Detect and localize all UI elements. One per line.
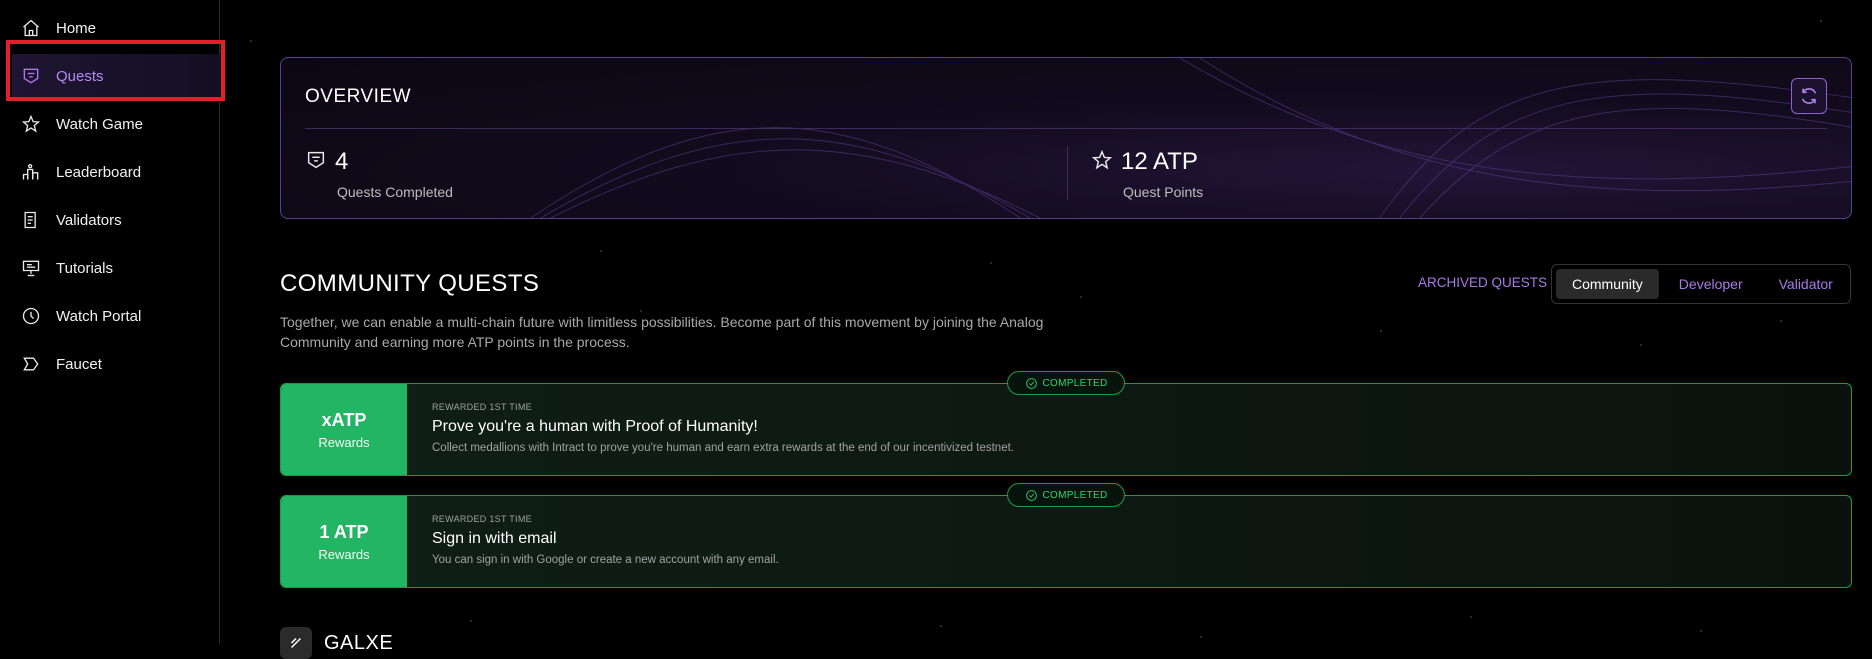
status-badge-label: COMPLETED (1042, 489, 1108, 501)
sidebar-item-home[interactable]: Home (12, 6, 222, 50)
quest-body: REWARDED 1ST TIME Sign in with email You… (432, 514, 779, 566)
sidebar-item-label: Leaderboard (56, 163, 142, 181)
galxe-logo-icon (280, 627, 312, 659)
podium-icon (20, 161, 42, 183)
presentation-icon (20, 257, 42, 279)
reward-label: Rewards (318, 434, 370, 450)
sidebar-item-leaderboard[interactable]: Leaderboard (12, 150, 222, 194)
sidebar-item-validators[interactable]: Validators (12, 198, 222, 242)
sidebar: Home Quests Watch Game Leaderboard Valid… (0, 0, 222, 644)
sidebar-item-label: Watch Game (56, 115, 143, 133)
section-description: Together, we can enable a multi-chain fu… (280, 314, 1044, 350)
quest-tag: REWARDED 1ST TIME (432, 514, 532, 524)
quest-points-label: Quest Points (1123, 184, 1204, 200)
quest-badge-icon (305, 149, 327, 176)
tab-developer[interactable]: Developer (1663, 269, 1759, 299)
section-title: COMMUNITY QUESTS (280, 270, 540, 297)
sidebar-item-watch-game[interactable]: Watch Game (12, 102, 222, 146)
main-content: OVERVIEW 4 Quests Completed 12 ATP Quest… (220, 0, 1872, 659)
quest-points-value: 12 ATP (1121, 148, 1198, 175)
sidebar-item-label: Watch Portal (56, 307, 142, 325)
sidebar-item-label: Quests (56, 67, 104, 85)
wave-decoration (530, 58, 1851, 218)
status-badge-label: COMPLETED (1042, 377, 1108, 389)
status-badge: COMPLETED (1007, 371, 1125, 395)
quest-title: Prove you're a human with Proof of Human… (432, 418, 758, 435)
overview-title: OVERVIEW (305, 86, 412, 107)
quest-badge-icon (20, 65, 42, 87)
stat-quest-points: 12 ATP Quest Points (1091, 148, 1203, 200)
archived-quests-link[interactable]: ARCHIVED QUESTS (1418, 275, 1547, 290)
quests-completed-label: Quests Completed (337, 184, 453, 200)
quest-reward: 1 ATP Rewards (281, 496, 407, 587)
sidebar-item-quests[interactable]: Quests (12, 54, 222, 98)
quest-card[interactable]: xATP Rewards REWARDED 1ST TIME Prove you… (280, 371, 1852, 476)
overview-panel: OVERVIEW 4 Quests Completed 12 ATP Quest… (280, 57, 1852, 219)
reward-label: Rewards (318, 546, 370, 562)
sidebar-item-faucet[interactable]: Faucet (12, 342, 222, 386)
quest-description: Collect medallions with Intract to prove… (432, 442, 1014, 454)
sidebar-item-tutorials[interactable]: Tutorials (12, 246, 222, 290)
quest-description: You can sign in with Google or create a … (432, 554, 779, 566)
quest-body: REWARDED 1ST TIME Prove you're a human w… (432, 402, 1014, 454)
check-circle-icon (1025, 377, 1037, 389)
sidebar-item-watch-portal[interactable]: Watch Portal (12, 294, 222, 338)
galxe-section-title: GALXE (324, 631, 394, 654)
sidebar-item-label: Tutorials (56, 259, 113, 277)
reward-value: xATP (321, 409, 367, 430)
quest-tag: REWARDED 1ST TIME (432, 402, 532, 412)
tab-community[interactable]: Community (1556, 269, 1659, 299)
star-icon (20, 113, 42, 135)
quests-completed-value: 4 (335, 148, 349, 175)
quest-category-tabs: Community Developer Validator (1551, 264, 1851, 304)
clock-icon (20, 305, 42, 327)
galxe-section-header: GALXE (280, 627, 393, 659)
sidebar-item-label: Home (56, 19, 97, 37)
sidebar-item-label: Faucet (56, 355, 102, 373)
tab-validator[interactable]: Validator (1763, 269, 1849, 299)
stat-separator (1067, 146, 1068, 200)
check-circle-icon (1025, 489, 1037, 501)
chevron-shape-icon (20, 353, 42, 375)
quest-reward: xATP Rewards (281, 384, 407, 475)
refresh-button[interactable] (1791, 78, 1827, 114)
reward-value: 1 ATP (319, 521, 369, 542)
sidebar-item-label: Validators (56, 211, 122, 229)
star-icon (1091, 149, 1113, 176)
home-icon (20, 17, 42, 39)
document-icon (20, 209, 42, 231)
quest-card[interactable]: 1 ATP Rewards REWARDED 1ST TIME Sign in … (280, 483, 1852, 588)
quest-title: Sign in with email (432, 530, 557, 547)
status-badge: COMPLETED (1007, 483, 1125, 507)
overview-divider (305, 128, 1827, 129)
stat-quests-completed: 4 Quests Completed (305, 148, 453, 200)
refresh-icon (1801, 88, 1817, 104)
